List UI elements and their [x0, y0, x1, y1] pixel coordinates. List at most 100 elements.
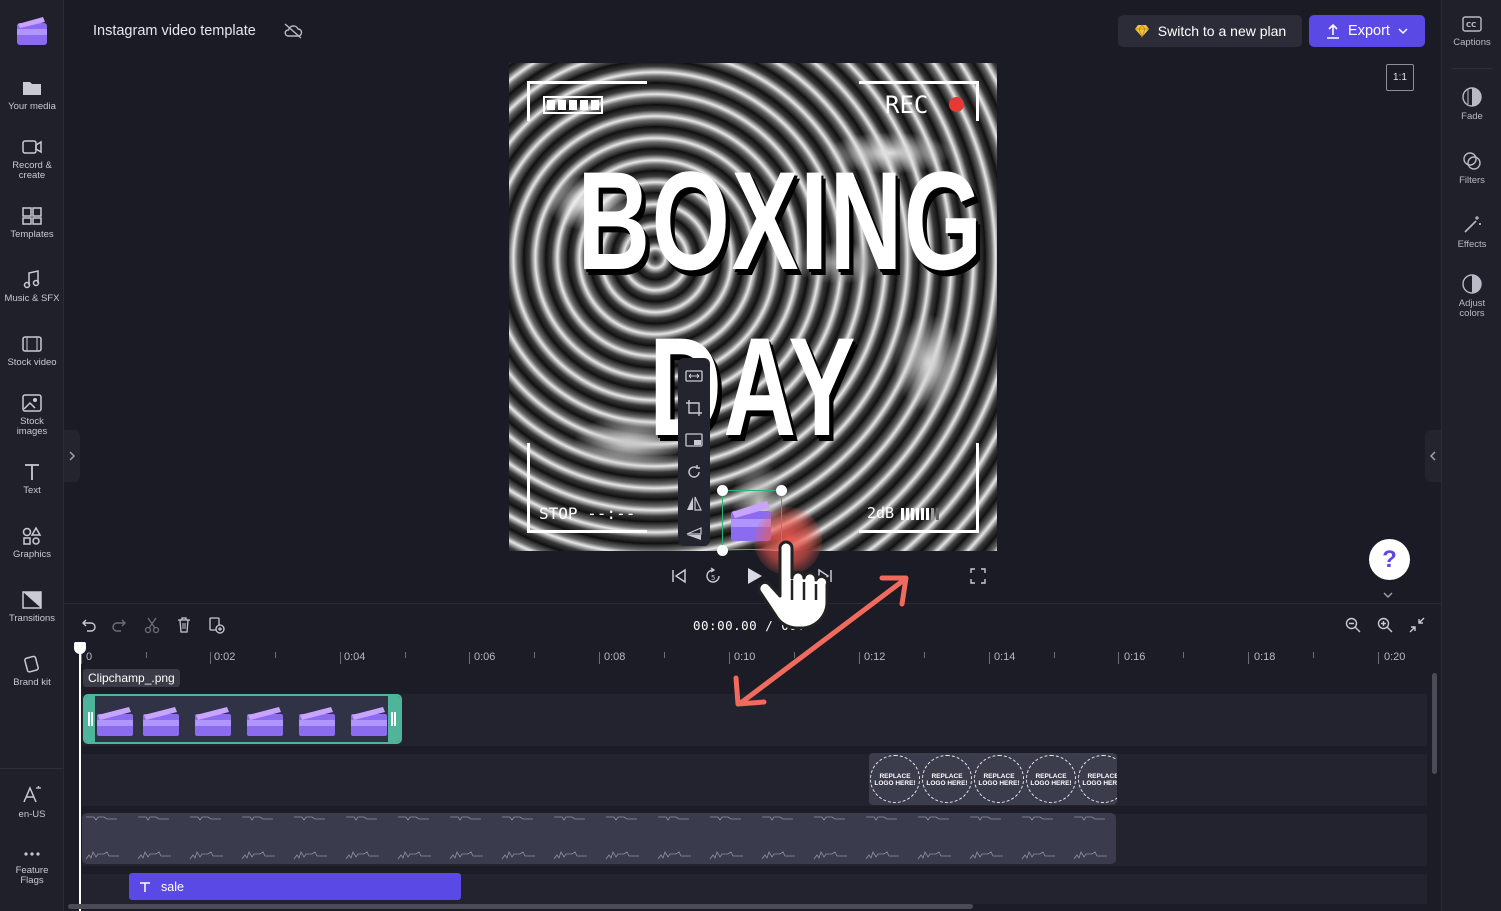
- clip-thumbnail: [97, 707, 133, 736]
- ruler-label: 0:08: [604, 651, 626, 663]
- logo-placeholder-thumb: REPLACE LOGO HERE!: [922, 755, 972, 803]
- sidebar-item-transitions[interactable]: Transitions: [0, 590, 64, 624]
- background-video-clip[interactable]: [82, 813, 1116, 864]
- sidebar-item-label: Music & SFX: [4, 293, 60, 304]
- skip-back-icon[interactable]: [670, 567, 688, 585]
- element-context-toolbar: [678, 358, 710, 546]
- sidebar-item-label: Stock images: [16, 416, 48, 437]
- redo-icon[interactable]: [111, 616, 129, 634]
- headline-day: DAY: [649, 308, 857, 465]
- app-logo[interactable]: [15, 15, 49, 47]
- sidebar-item-label: Your media: [8, 101, 56, 112]
- timeline-vertical-scrollbar[interactable]: [1432, 673, 1437, 774]
- sidebar-item-label: Brand kit: [13, 677, 51, 688]
- timeline-horizontal-scrollbar[interactable]: [68, 904, 973, 909]
- sidebar-item-templates[interactable]: Templates: [0, 206, 64, 240]
- logo-placeholder-clip[interactable]: REPLACE LOGO HERE! REPLACE LOGO HERE! RE…: [869, 753, 1117, 805]
- ruler-label: 0:14: [994, 651, 1016, 663]
- crop-icon[interactable]: [684, 398, 704, 418]
- rotate-icon[interactable]: [684, 462, 704, 482]
- battery-icon: [543, 96, 603, 114]
- sidebar-item-label: Templates: [10, 229, 54, 240]
- brand-kit-icon: [24, 655, 39, 673]
- clip-thumbnail: [195, 707, 231, 736]
- trash-icon[interactable]: [175, 616, 193, 634]
- cloud-sync-off-icon[interactable]: [283, 22, 303, 40]
- text-clip[interactable]: sale: [129, 873, 461, 900]
- undo-icon[interactable]: [79, 616, 97, 634]
- help-button[interactable]: ?: [1369, 539, 1410, 580]
- image-clip[interactable]: [83, 694, 402, 744]
- sidebar-item-filters[interactable]: Filters: [1442, 150, 1501, 186]
- fit-timeline-icon[interactable]: [1408, 616, 1426, 634]
- ruler-label: 0:18: [1254, 651, 1276, 663]
- camera-icon: [22, 140, 42, 154]
- sidebar-item-brand-kit[interactable]: Brand kit: [0, 654, 64, 688]
- shapes-icon: [22, 526, 42, 545]
- sidebar-item-label: Captions: [1453, 37, 1491, 48]
- trim-handle-right[interactable]: [388, 696, 400, 742]
- contrast-icon: [1462, 274, 1482, 294]
- sidebar-item-fade[interactable]: Fade: [1442, 86, 1501, 122]
- export-button[interactable]: Export: [1309, 15, 1425, 47]
- headline-boxing: BOXING: [577, 142, 984, 299]
- clip-thumbnail: [143, 707, 179, 736]
- video-preview[interactable]: REC BOXING DAY STOP --:-- 2dB: [509, 63, 997, 551]
- sidebar-item-label: Transitions: [8, 613, 56, 624]
- timeline-track-2[interactable]: [82, 754, 1427, 806]
- switch-plan-button[interactable]: Switch to a new plan: [1118, 15, 1302, 47]
- flip-vertical-icon[interactable]: [684, 524, 704, 544]
- fade-icon: [1462, 87, 1482, 107]
- text-icon: [140, 881, 150, 892]
- sidebar-item-music-sfx[interactable]: Music & SFX: [0, 270, 64, 304]
- fit-icon[interactable]: [684, 366, 704, 386]
- sidebar-item-your-media[interactable]: Your media: [0, 78, 64, 112]
- sidebar-item-graphics[interactable]: Graphics: [0, 526, 64, 560]
- sidebar-item-label: Adjust colors: [1458, 298, 1486, 319]
- sidebar-item-effects[interactable]: Effects: [1442, 214, 1501, 250]
- right-panel-expand-handle[interactable]: [1425, 430, 1441, 482]
- diamond-icon: [1134, 24, 1149, 38]
- picture-in-picture-icon[interactable]: [684, 430, 704, 450]
- svg-text:5: 5: [711, 574, 715, 582]
- sidebar-item-language[interactable]: en-US: [0, 784, 64, 820]
- clip-thumbnail: [351, 707, 387, 736]
- logo-placeholder-thumb: REPLACE LOGO HERE!: [1078, 755, 1117, 803]
- scissors-icon[interactable]: [143, 616, 161, 634]
- aspect-ratio-button[interactable]: 1:1: [1386, 64, 1414, 91]
- upload-icon: [1327, 23, 1340, 39]
- sidebar-divider: [0, 768, 64, 769]
- chevron-down-icon[interactable]: [1382, 590, 1394, 600]
- sidebar-item-stock-video[interactable]: Stock video: [0, 334, 64, 368]
- sidebar-item-feature-flags[interactable]: Feature Flags: [0, 846, 64, 886]
- sidebar-item-stock-images[interactable]: Stock images: [0, 393, 64, 437]
- resize-handle-tr[interactable]: [776, 485, 787, 496]
- waveform-pattern: [82, 813, 1116, 864]
- playhead[interactable]: [79, 645, 81, 911]
- magic-wand-icon: [1464, 216, 1481, 233]
- ruler-label: 0:06: [474, 651, 496, 663]
- sidebar-item-record-create[interactable]: Record & create: [0, 137, 64, 181]
- filters-icon: [1463, 152, 1481, 170]
- flip-horizontal-icon[interactable]: [684, 494, 704, 514]
- right-sidebar: CC Captions Fade Filters Effects Adjust …: [1441, 0, 1501, 911]
- ruler-label: 0:20: [1384, 651, 1406, 663]
- zoom-out-icon[interactable]: [1344, 616, 1362, 634]
- duplicate-icon[interactable]: [207, 616, 225, 634]
- sidebar-item-adjust-colors[interactable]: Adjust colors: [1442, 273, 1501, 319]
- export-label: Export: [1348, 23, 1390, 39]
- sidebar-item-label: Text: [23, 485, 41, 496]
- resize-handle-tl[interactable]: [717, 485, 728, 496]
- transitions-icon: [22, 591, 42, 609]
- sidebar-item-text[interactable]: Text: [0, 462, 64, 496]
- clip-thumbnail: [299, 707, 335, 736]
- sidebar-item-label: Effects: [1457, 239, 1487, 250]
- project-title[interactable]: Instagram video template: [93, 23, 256, 39]
- chevron-right-icon: [69, 451, 76, 461]
- left-panel-expand-handle[interactable]: [64, 430, 80, 482]
- sidebar-item-captions[interactable]: CC Captions: [1442, 14, 1501, 48]
- zoom-in-icon[interactable]: [1376, 616, 1394, 634]
- audio-level-meter: [901, 508, 939, 520]
- trim-handle-left[interactable]: [85, 696, 95, 742]
- fullscreen-icon[interactable]: [970, 568, 986, 584]
